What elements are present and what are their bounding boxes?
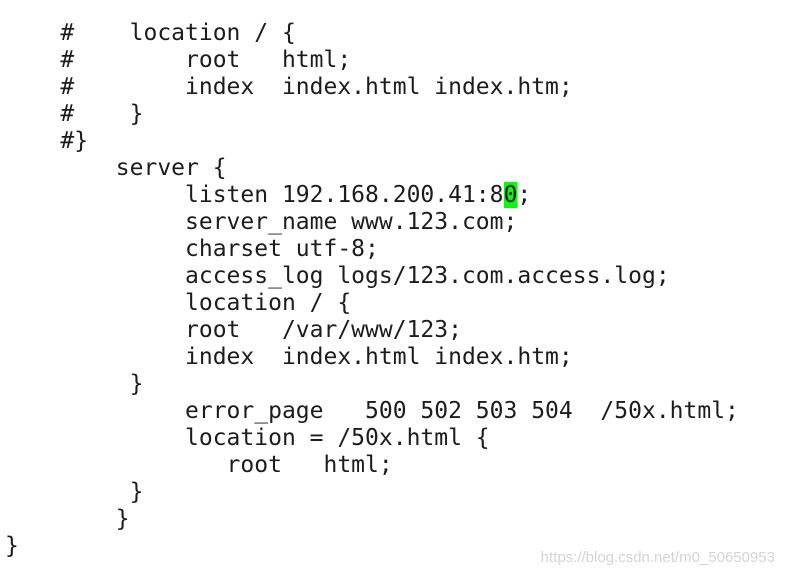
code-line: location = /50x.html { bbox=[5, 425, 490, 451]
terminal-editor[interactable]: # location / { # root html; # index inde… bbox=[5, 20, 739, 560]
code-line: root html; bbox=[5, 452, 393, 478]
code-line: # } bbox=[5, 101, 144, 127]
code-line: #} bbox=[5, 128, 89, 154]
code-line: root /var/www/123; bbox=[5, 317, 462, 343]
code-line: } bbox=[5, 506, 130, 532]
code-line: } bbox=[5, 479, 144, 505]
text-cursor: 0 bbox=[503, 182, 518, 208]
code-line: server { bbox=[5, 155, 227, 181]
code-line: # location / { bbox=[5, 20, 296, 46]
code-text: ; bbox=[517, 182, 532, 208]
watermark: https://blog.csdn.net/m0_50650953 bbox=[540, 549, 775, 566]
code-line: # root html; bbox=[5, 47, 352, 73]
code-line: server_name www.123.com; bbox=[5, 209, 518, 235]
code-line: index index.html index.htm; bbox=[5, 344, 573, 370]
code-line: } bbox=[5, 371, 144, 397]
code-line: error_page 500 502 503 504 /50x.html; bbox=[5, 398, 739, 424]
code-line: charset utf-8; bbox=[5, 236, 379, 262]
code-line: # index index.html index.htm; bbox=[5, 74, 573, 100]
code-line-cursor: listen 192.168.200.41:80; bbox=[5, 182, 739, 209]
code-line: location / { bbox=[5, 290, 352, 316]
code-text: listen 192.168.200.41:8 bbox=[5, 182, 504, 208]
code-line: access_log logs/123.com.access.log; bbox=[5, 263, 670, 289]
